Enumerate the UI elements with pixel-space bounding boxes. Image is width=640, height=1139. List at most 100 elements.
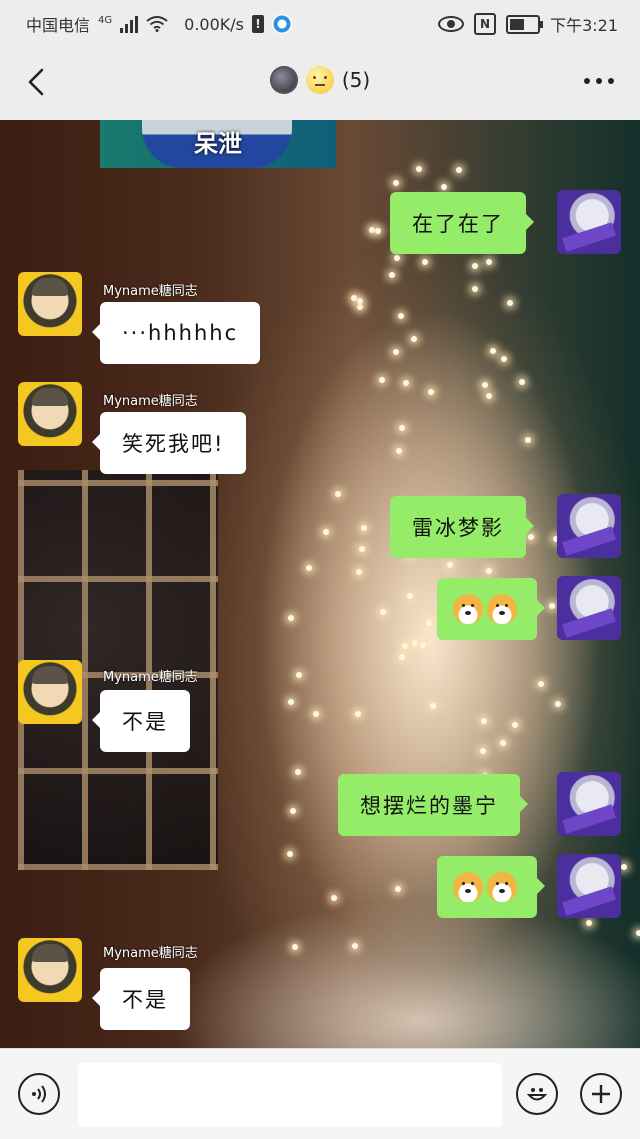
tree-light	[334, 490, 341, 497]
tree-light	[480, 718, 487, 725]
message-bubble-incoming[interactable]: 笑死我吧!	[91, 412, 247, 474]
emoji-icon[interactable]	[516, 1073, 558, 1115]
sender-name: Myname糖同志	[103, 284, 198, 299]
doge-emoji-icon	[453, 594, 483, 624]
avatar-self[interactable]	[557, 494, 621, 558]
new-moon-emoji-icon	[269, 66, 298, 94]
message-bubble-outgoing[interactable]: 在了在了	[390, 192, 534, 254]
message-bubble-outgoing[interactable]	[437, 856, 545, 918]
tree-light	[486, 568, 493, 575]
avatar-self[interactable]	[557, 772, 621, 836]
tree-light	[427, 389, 434, 396]
tree-light	[360, 525, 367, 532]
avatar-self[interactable]	[557, 854, 621, 918]
message-input[interactable]	[78, 1063, 502, 1127]
tree-light	[549, 602, 556, 609]
tree-light	[393, 180, 400, 186]
clock: 下午3:21	[550, 16, 618, 35]
tree-light	[359, 545, 366, 552]
tree-light	[394, 886, 401, 893]
message-bubble-outgoing[interactable]: 想摆烂的墨宁	[338, 774, 528, 836]
message-bubble-incoming[interactable]: 不是	[92, 690, 190, 752]
input-bar	[0, 1048, 640, 1139]
banner-text: 呆泄	[194, 130, 242, 158]
carrier-name: 中国电信	[26, 16, 91, 35]
member-count: (5)	[341, 68, 371, 92]
wifi-icon	[146, 16, 168, 32]
smiley-emoji-icon	[305, 66, 334, 94]
doge-emoji-icon	[487, 872, 517, 902]
message-bubble-incoming[interactable]: ···hhhhhc	[91, 302, 261, 364]
tree-light	[635, 930, 640, 937]
tree-light	[374, 227, 381, 234]
tree-light	[379, 376, 386, 383]
tree-light	[415, 165, 422, 172]
tree-light	[355, 710, 362, 717]
more-icon[interactable]	[584, 78, 614, 84]
message-bubble-outgoing[interactable]	[437, 578, 545, 640]
avatar-contact[interactable]	[18, 272, 82, 336]
avatar-self[interactable]	[557, 576, 621, 640]
tree-light	[396, 448, 403, 455]
shared-image-banner[interactable]: 呆泄	[100, 120, 336, 168]
avatar-contact[interactable]	[18, 382, 82, 446]
tree-light	[294, 769, 301, 776]
tree-light	[357, 304, 364, 311]
sender-name: Myname糖同志	[103, 394, 198, 409]
tree-light	[471, 285, 478, 292]
avatar-contact[interactable]	[18, 660, 82, 724]
app-notification-icon	[271, 14, 292, 34]
tree-light	[429, 702, 436, 709]
voice-icon[interactable]	[18, 1073, 60, 1115]
message-bubble-outgoing[interactable]: 雷冰梦影	[390, 496, 534, 558]
tree-light	[402, 379, 409, 386]
tree-light	[379, 608, 386, 615]
tree-light	[482, 381, 489, 388]
tree-light	[356, 568, 363, 575]
chat-title: (5)	[0, 66, 640, 94]
tree-light	[524, 436, 531, 443]
plus-icon[interactable]	[580, 1073, 622, 1115]
tree-light	[330, 894, 337, 901]
tree-light	[486, 393, 493, 400]
tree-light	[500, 355, 507, 362]
tree-light	[402, 643, 409, 650]
tree-light	[287, 614, 294, 621]
tree-light	[291, 943, 298, 950]
message-text: 雷冰梦影	[412, 516, 504, 540]
message-bubble-incoming[interactable]: 不是	[92, 968, 190, 1030]
tree-light	[486, 258, 493, 265]
tree-light	[512, 722, 519, 729]
tree-light	[527, 534, 534, 541]
warning-icon: !	[251, 15, 264, 33]
tree-light	[397, 312, 404, 319]
tree-light	[313, 711, 320, 717]
tree-light	[407, 593, 414, 600]
tree-light	[394, 254, 401, 261]
tree-light	[287, 699, 294, 706]
chat-header: (5)	[0, 44, 640, 120]
signal-icon	[120, 15, 139, 33]
tree-light	[479, 747, 486, 754]
tree-light	[422, 259, 429, 266]
nfc-icon: N	[474, 13, 497, 35]
tree-light	[398, 654, 405, 661]
chat-area[interactable]: 呆泄 在了在了 Myname糖同志 ···hhhhhc Myname糖同志 笑死…	[0, 120, 640, 1048]
tree-light	[287, 851, 294, 858]
tree-light	[446, 562, 453, 569]
tree-light	[489, 348, 496, 355]
avatar-self[interactable]	[557, 190, 621, 254]
avatar-contact[interactable]	[18, 938, 82, 1002]
sender-name: Myname糖同志	[103, 946, 198, 961]
tree-light	[586, 920, 593, 927]
message-text: 想摆烂的墨宁	[360, 794, 498, 818]
tree-light	[389, 271, 396, 278]
tree-light	[499, 739, 506, 746]
tree-light	[323, 529, 330, 536]
tree-light	[518, 378, 525, 385]
eye-icon	[438, 16, 465, 32]
tree-light	[356, 298, 363, 305]
network-speed: 0.00K/s	[184, 14, 244, 34]
tree-light	[507, 299, 514, 306]
message-text: 在了在了	[412, 212, 504, 236]
